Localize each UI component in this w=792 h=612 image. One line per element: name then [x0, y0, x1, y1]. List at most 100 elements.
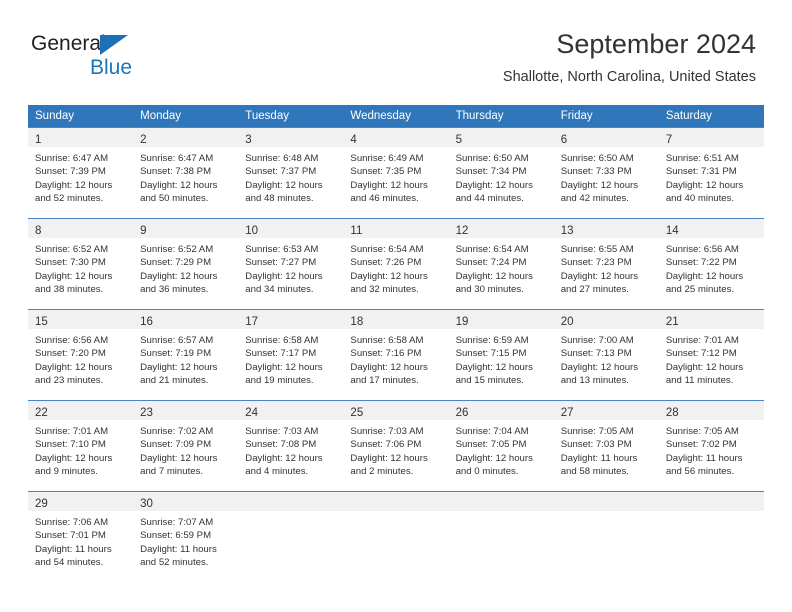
calendar-week-row: 29 Sunrise: 7:06 AM Sunset: 7:01 PM Dayligh… — [28, 491, 764, 576]
day-number: 16 — [140, 316, 153, 328]
calendar-day[interactable]: 8 Sunrise: 6:52 AM Sunset: 7:30 PM Daylight… — [28, 218, 134, 303]
day-number: 10 — [245, 225, 259, 237]
calendar-cell: 6 Sunrise: 6:50 AM Sunset: 7:33 PM Daylight… — [553, 127, 659, 212]
sunset-text: Sunset: 7:16 PM — [350, 348, 422, 360]
calendar-day[interactable]: 29 Sunrise: 7:06 AM Sunset: 7:01 PM Dayligh… — [28, 491, 134, 576]
sunrise-text: Sunrise: 6:47 AM — [140, 153, 214, 164]
day-number: 5 — [455, 134, 462, 146]
day-number: 7 — [665, 134, 673, 146]
daylight-text-line2: and 23 minutes. — [35, 375, 104, 387]
calendar-day[interactable]: 12 Sunrise: 6:54 AM Sunset: 7:24 PM Dayligh… — [448, 218, 554, 303]
calendar-cell: 23 Sunrise: 7:02 AM Sunset: 7:09 PM Dayligh… — [133, 400, 239, 485]
sunrise-text: Sunrise: 7:03 AM — [245, 426, 319, 437]
calendar-day[interactable]: 19 Sunrise: 6:59 AM Sunset: 7:15 PM Dayligh… — [448, 309, 554, 394]
daylight-text-line1: Daylight: 11 hours — [140, 543, 217, 555]
daylight-text-line2: and 19 minutes. — [245, 375, 314, 387]
calendar-cell — [238, 491, 344, 576]
calendar-day[interactable]: 28 Sunrise: 7:05 AM Sunset: 7:02 PM Dayligh… — [658, 400, 764, 485]
calendar-cell: 13 Sunrise: 6:55 AM Sunset: 7:23 PM Dayligh… — [553, 218, 659, 303]
sunrise-text: Sunrise: 7:03 AM — [350, 426, 424, 437]
calendar-day[interactable]: 2 Sunrise: 6:47 AM Sunset: 7:38 PM Daylight… — [133, 127, 239, 212]
calendar-day[interactable]: 27 Sunrise: 7:05 AM Sunset: 7:03 PM Dayligh… — [553, 400, 659, 485]
calendar-day[interactable]: 9 Sunrise: 6:52 AM Sunset: 7:29 PM Daylight… — [133, 218, 239, 303]
day-number-band: 24 — [238, 401, 344, 420]
calendar-day[interactable]: 5 Sunrise: 6:50 AM Sunset: 7:34 PM Daylight… — [448, 127, 554, 212]
calendar-day[interactable]: 30 Sunrise: 7:07 AM Sunset: 6:59 PM Dayligh… — [133, 491, 239, 576]
day-sun-info: Sunrise: 6:55 AM Sunset: 7:23 PM Daylight:… — [554, 238, 659, 297]
daylight-text-line1: Daylight: 12 hours — [665, 179, 744, 191]
day-number: 14 — [665, 225, 679, 237]
sunset-text: Sunset: 7:24 PM — [455, 257, 527, 269]
calendar-day[interactable]: 22 Sunrise: 7:01 AM Sunset: 7:10 PM Dayligh… — [28, 400, 134, 485]
sunrise-text: Sunrise: 6:51 AM — [665, 153, 739, 164]
calendar-body: 1 Sunrise: 6:47 AM Sunset: 7:39 PM Daylight… — [28, 127, 764, 576]
day-sun-info: Sunrise: 7:07 AM Sunset: 6:59 PM Daylight:… — [133, 511, 238, 570]
day-number: 12 — [455, 225, 469, 237]
calendar-cell: 19 Sunrise: 6:59 AM Sunset: 7:15 PM Dayligh… — [448, 309, 554, 394]
sunrise-text: Sunrise: 7:05 AM — [665, 426, 739, 437]
calendar-cell: 29 Sunrise: 7:06 AM Sunset: 7:01 PM Dayligh… — [28, 491, 134, 576]
daylight-text-line1: Daylight: 12 hours — [560, 361, 639, 373]
day-number-band: 4 — [343, 128, 449, 147]
sunrise-text: Sunrise: 6:55 AM — [560, 244, 634, 255]
calendar-cell: 18 Sunrise: 6:58 AM Sunset: 7:16 PM Dayligh… — [343, 309, 449, 394]
calendar-day[interactable]: 25 Sunrise: 7:03 AM Sunset: 7:06 PM Dayligh… — [343, 400, 449, 485]
calendar-day[interactable]: 1 Sunrise: 6:47 AM Sunset: 7:39 PM Daylight… — [28, 127, 134, 212]
calendar-day[interactable]: 10 Sunrise: 6:53 AM Sunset: 7:27 PM Dayligh… — [238, 218, 344, 303]
sunrise-text: Sunrise: 7:01 AM — [35, 426, 109, 437]
calendar-day[interactable]: 16 Sunrise: 6:57 AM Sunset: 7:19 PM Dayligh… — [133, 309, 239, 394]
daylight-text-line2: and 54 minutes. — [35, 557, 104, 569]
calendar-cell — [343, 491, 449, 576]
day-number-band: 21 — [658, 310, 764, 329]
calendar-day[interactable]: 15 Sunrise: 6:56 AM Sunset: 7:20 PM Dayligh… — [28, 309, 134, 394]
calendar-day[interactable]: 21 Sunrise: 7:01 AM Sunset: 7:12 PM Dayligh… — [658, 309, 764, 394]
calendar-day[interactable]: 4 Sunrise: 6:49 AM Sunset: 7:35 PM Daylight… — [343, 127, 449, 212]
daylight-text-line1: Daylight: 12 hours — [665, 361, 744, 373]
sunset-text: Sunset: 7:34 PM — [455, 166, 527, 178]
day-number-band: 26 — [448, 401, 554, 420]
weekday-header-wednesday: Wednesday — [343, 105, 449, 127]
sunrise-text: Sunrise: 6:52 AM — [35, 244, 109, 255]
sunrise-text: Sunrise: 6:54 AM — [455, 244, 529, 255]
daylight-text-line1: Daylight: 12 hours — [455, 270, 533, 282]
day-sun-info: Sunrise: 6:48 AM Sunset: 7:37 PM Daylight:… — [238, 147, 343, 206]
day-sun-info: Sunrise: 6:58 AM Sunset: 7:17 PM Daylight:… — [238, 329, 343, 388]
day-sun-info: Sunrise: 6:50 AM Sunset: 7:34 PM Daylight:… — [449, 147, 554, 206]
day-number: 21 — [665, 316, 679, 328]
calendar-cell: 22 Sunrise: 7:01 AM Sunset: 7:10 PM Dayligh… — [28, 400, 134, 485]
sunset-text: Sunset: 7:02 PM — [665, 439, 737, 451]
calendar-day[interactable]: 18 Sunrise: 6:58 AM Sunset: 7:16 PM Dayligh… — [343, 309, 449, 394]
sunset-text: Sunset: 7:12 PM — [665, 348, 737, 360]
calendar-day[interactable]: 23 Sunrise: 7:02 AM Sunset: 7:09 PM Dayligh… — [133, 400, 239, 485]
calendar-cell: 10 Sunrise: 6:53 AM Sunset: 7:27 PM Dayligh… — [238, 218, 344, 303]
calendar-day[interactable]: 13 Sunrise: 6:55 AM Sunset: 7:23 PM Dayligh… — [553, 218, 659, 303]
day-number-band: 8 — [28, 219, 134, 238]
daylight-text-line1: Daylight: 12 hours — [560, 179, 639, 191]
daylight-text-line1: Daylight: 12 hours — [245, 452, 323, 464]
calendar-day[interactable]: 26 Sunrise: 7:04 AM Sunset: 7:05 PM Dayligh… — [448, 400, 554, 485]
day-number-band — [238, 492, 344, 511]
daylight-text-line2: and 0 minutes. — [455, 466, 519, 478]
calendar-day[interactable]: 14 Sunrise: 6:56 AM Sunset: 7:22 PM Dayligh… — [658, 218, 764, 303]
calendar-cell: 11 Sunrise: 6:54 AM Sunset: 7:26 PM Dayligh… — [343, 218, 449, 303]
calendar-cell: 1 Sunrise: 6:47 AM Sunset: 7:39 PM Daylight… — [28, 127, 134, 212]
page-title: September 2024 — [556, 29, 756, 59]
sunset-text: Sunset: 7:23 PM — [560, 257, 632, 269]
day-sun-info: Sunrise: 6:47 AM Sunset: 7:38 PM Daylight:… — [133, 147, 238, 206]
calendar-page: General Blue September 2024 Shallotte, N… — [0, 0, 792, 612]
sunset-text: Sunset: 7:20 PM — [35, 348, 106, 360]
sunset-text: Sunset: 7:26 PM — [350, 257, 422, 269]
calendar-day[interactable]: 17 Sunrise: 6:58 AM Sunset: 7:17 PM Dayligh… — [238, 309, 344, 394]
calendar-day[interactable]: 11 Sunrise: 6:54 AM Sunset: 7:26 PM Dayligh… — [343, 218, 449, 303]
day-number-band: 30 — [133, 492, 239, 511]
day-number-band: 10 — [238, 219, 344, 238]
calendar-day[interactable]: 6 Sunrise: 6:50 AM Sunset: 7:33 PM Daylight… — [553, 127, 659, 212]
day-number-band: 6 — [553, 128, 659, 147]
calendar-cell: 2 Sunrise: 6:47 AM Sunset: 7:38 PM Daylight… — [133, 127, 239, 212]
calendar-day[interactable]: 7 Sunrise: 6:51 AM Sunset: 7:31 PM Daylight… — [658, 127, 764, 212]
calendar-day[interactable]: 20 Sunrise: 7:00 AM Sunset: 7:13 PM Dayligh… — [553, 309, 659, 394]
day-number-band: 9 — [133, 219, 239, 238]
calendar-day[interactable]: 3 Sunrise: 6:48 AM Sunset: 7:37 PM Daylight… — [238, 127, 344, 212]
calendar-day[interactable]: 24 Sunrise: 7:03 AM Sunset: 7:08 PM Dayligh… — [238, 400, 344, 485]
day-number-band: 17 — [238, 310, 344, 329]
